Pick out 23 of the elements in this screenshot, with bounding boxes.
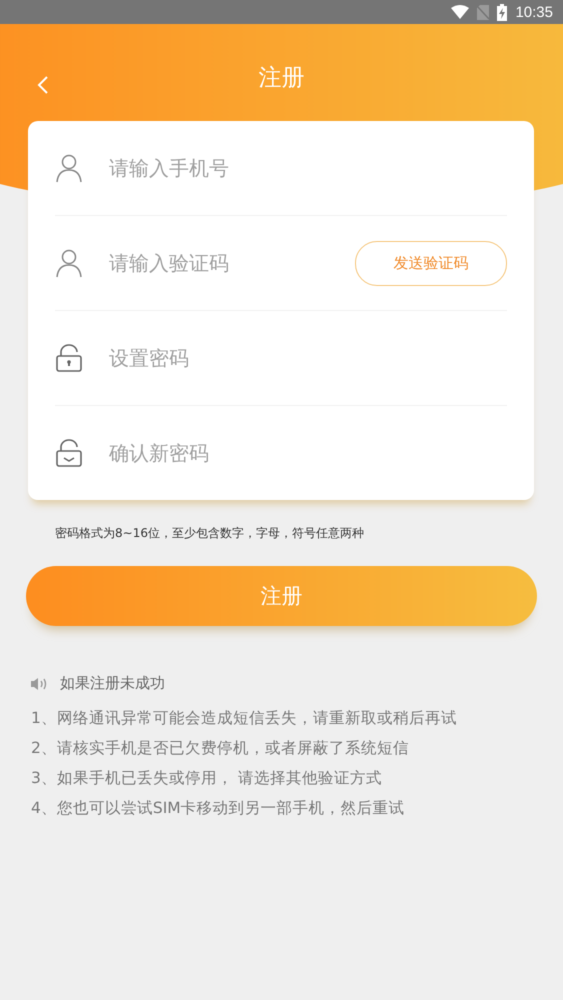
clock: 10:35 [515, 4, 553, 20]
password-hint: 密码格式为8~16位，至少包含数字，字母，符号任意两种 [55, 525, 365, 542]
password-field[interactable]: 确认新密码 [107, 440, 507, 466]
tip-text: 1、网络通讯异常可能会造成短信丢失，请重新取或稍后再试 [31, 708, 458, 729]
page-title: 注册 [258, 64, 304, 93]
lock-check-icon [55, 438, 83, 468]
tip-text: 3、如果手机已丢失或停用， 请选择其他验证方式 [31, 768, 383, 789]
register-button[interactable]: 注册 [26, 566, 537, 626]
tip-text: 4、您也可以尝试SIM卡移动到另一部手机，然后重试 [31, 798, 406, 819]
tips-title: 如果注册未成功 [60, 674, 165, 693]
user-icon [55, 153, 83, 183]
user-icon [55, 248, 83, 278]
lock-icon [55, 343, 83, 373]
tip-text: 2、请核实手机是否已欠费停机，或者屏蔽了系统短信 [31, 738, 410, 759]
code-field[interactable]: 请输入验证码 [107, 250, 355, 276]
back-icon[interactable] [36, 74, 50, 96]
no-sim-icon [477, 4, 490, 20]
phone-field[interactable]: 请输入手机号 [107, 155, 507, 181]
wifi-icon [451, 5, 470, 19]
password-field[interactable]: 设置密码 [107, 345, 507, 371]
send-code-button[interactable]: 发送验证码 [355, 240, 507, 286]
speaker-icon [31, 676, 48, 690]
battery-icon [497, 4, 508, 20]
